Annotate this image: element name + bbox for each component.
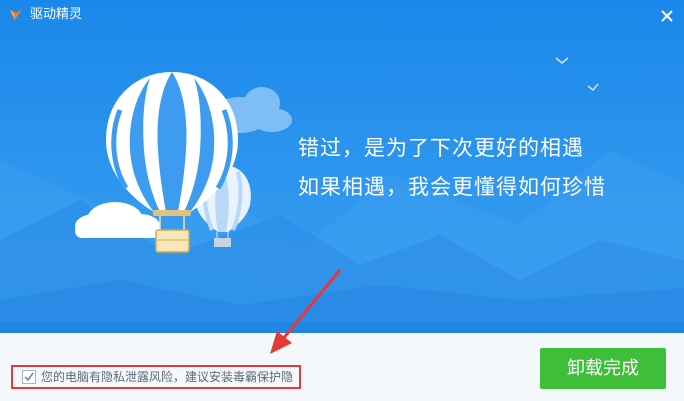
slogan-line-2: 如果相遇，我会更懂得如何珍惜	[298, 175, 606, 199]
window-title: 驱动精灵	[30, 7, 83, 22]
bird-icon	[587, 83, 599, 92]
close-icon[interactable]	[656, 5, 678, 27]
bird-icon	[555, 57, 569, 64]
banner: 驱动精灵 错过，是为了下次更好的相遇 如果相遇，我会更懂得如何珍惜	[0, 0, 684, 333]
title-bar: 驱动精灵	[0, 0, 684, 32]
install-duba-label[interactable]: 您的电脑有隐私泄露风险，建议安装毒霸保护隐	[41, 369, 293, 385]
banner-bottom-stripe	[0, 322, 684, 333]
uninstall-window: 驱动精灵 错过，是为了下次更好的相遇 如果相遇，我会更懂得如何珍惜 您的电脑有隐…	[0, 0, 684, 401]
install-duba-checkbox[interactable]	[22, 370, 36, 384]
finish-uninstall-button[interactable]: 卸载完成	[540, 348, 666, 389]
driver-genius-logo	[10, 9, 22, 20]
checkmark-icon	[24, 372, 34, 382]
slogan-line-1: 错过，是为了下次更好的相遇	[298, 136, 584, 160]
banner-illustration	[0, 57, 684, 333]
